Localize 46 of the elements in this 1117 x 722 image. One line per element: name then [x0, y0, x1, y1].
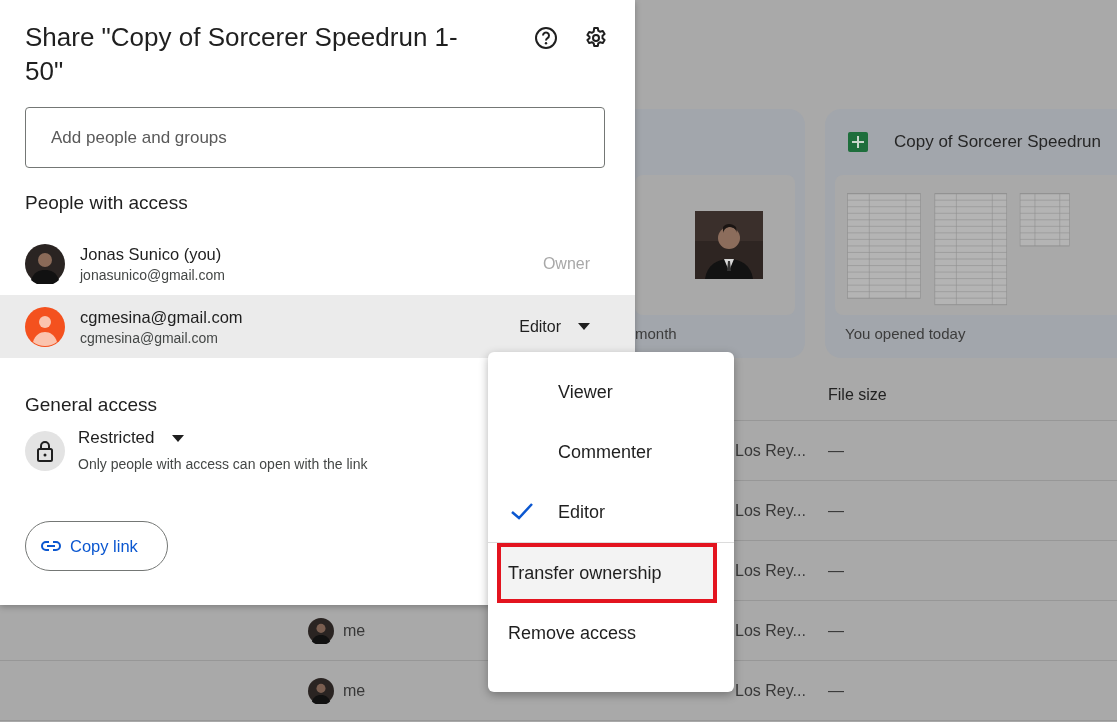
lock-icon: [25, 431, 65, 471]
menu-item[interactable]: Viewer: [488, 362, 734, 422]
person-name: Jonas Sunico (you): [80, 244, 223, 264]
access-description: Only people with access can open with the link: [78, 456, 368, 472]
role-dropdown[interactable]: Editor: [519, 317, 590, 336]
menu-item[interactable]: Transfer ownership: [497, 543, 717, 603]
menu-item[interactable]: Editor: [488, 482, 734, 542]
file-size-cell-text: —: [828, 561, 845, 580]
person-row[interactable]: cgmesina@gmail.com cgmesina@gmail.com Editor: [0, 295, 635, 358]
location-cell-text: Los Rey...: [735, 561, 807, 580]
avatar-icon: [25, 306, 65, 347]
card-caption: You opened today: [844, 324, 967, 342]
location-cell-text: Los Rey...: [735, 441, 807, 460]
help-icon[interactable]: [532, 24, 560, 52]
owner-cell: me: [343, 621, 366, 640]
location-cell-text: Los Rey...: [735, 621, 807, 640]
column-header[interactable]: File size: [828, 386, 1117, 404]
dialog-title: Share "Copy of Sorcerer Speedrun 1-50": [25, 21, 459, 88]
location-cell-text: Los Rey...: [735, 501, 807, 520]
card-caption: month: [634, 324, 678, 342]
file-size-cell-text: —: [828, 681, 845, 700]
menu-item[interactable]: Remove access: [488, 603, 734, 663]
avatar-icon: [308, 677, 334, 704]
file-size-cell-text: —: [828, 621, 845, 640]
section-heading: General access: [25, 394, 157, 415]
file-size-cell-text: —: [828, 441, 845, 460]
file-card[interactable]: Copy of Sorcerer Speedrun You opened today: [825, 109, 1117, 358]
menu-item[interactable]: Commenter: [488, 422, 734, 482]
avatar-icon: [25, 243, 65, 284]
section-heading: People with access: [25, 192, 188, 213]
file-title: Copy of Sorcerer Speedrun: [894, 132, 1101, 152]
add-people-field[interactable]: Add people and groups: [25, 107, 605, 168]
spreadsheet-icon: [848, 132, 868, 152]
avatar-icon: [308, 617, 334, 644]
copy-link-button[interactable]: Copy link: [25, 521, 168, 571]
location-cell-text: Los Rey...: [735, 681, 807, 700]
person-name: cgmesina@gmail.com: [80, 307, 243, 327]
file-size-cell-text: —: [828, 501, 845, 520]
access-dropdown[interactable]: Restricted: [78, 428, 368, 448]
link-icon: [41, 541, 61, 551]
person-email: cgmesina@gmail.com: [80, 329, 219, 346]
role-label: Owner: [542, 254, 590, 273]
owner-cell: me: [343, 681, 366, 700]
caret-icon: [578, 323, 590, 330]
person-email: jonasunico@gmail.com: [80, 266, 225, 283]
caret-icon: [171, 434, 184, 442]
